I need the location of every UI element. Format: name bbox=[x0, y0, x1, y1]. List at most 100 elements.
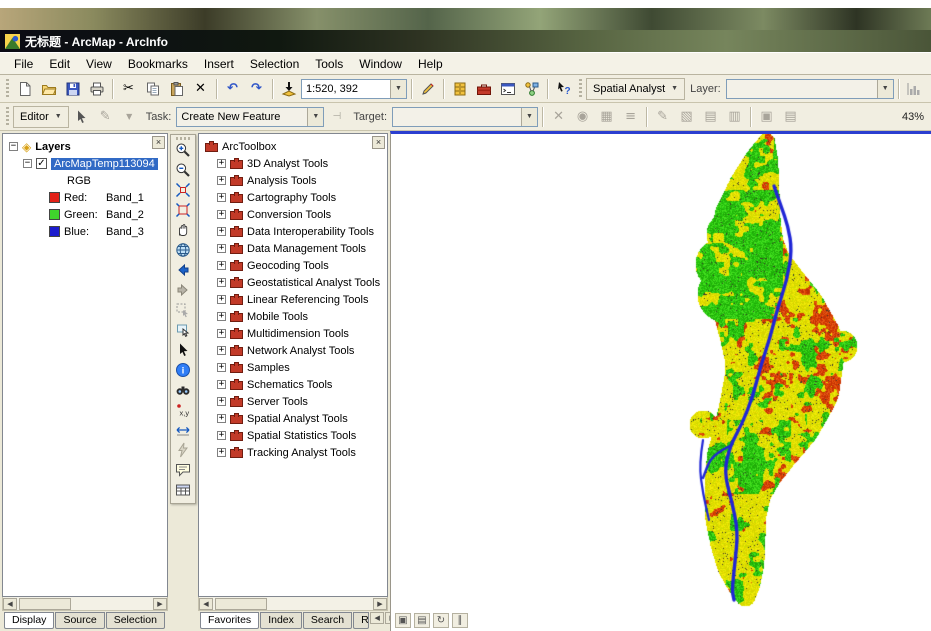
toolbox-item[interactable]: +Server Tools bbox=[199, 393, 387, 410]
toolbox-item[interactable]: +Linear Referencing Tools bbox=[199, 291, 387, 308]
toc-band-row[interactable]: Red: Band_1 bbox=[3, 189, 167, 206]
layer-combobox[interactable]: ▼ bbox=[726, 79, 894, 99]
go-to-xy-button[interactable]: x,y bbox=[173, 400, 193, 420]
identify-button[interactable]: i bbox=[173, 360, 193, 380]
toolbox-item[interactable]: +Network Analyst Tools bbox=[199, 342, 387, 359]
layout-view-button[interactable]: ▤ bbox=[414, 613, 430, 628]
go-back-extent-button[interactable] bbox=[173, 260, 193, 280]
expand-icon[interactable]: + bbox=[217, 312, 226, 321]
expand-icon[interactable]: + bbox=[217, 448, 226, 457]
cut-button[interactable]: ✂ bbox=[117, 78, 140, 100]
tab-results[interactable]: R bbox=[353, 612, 369, 629]
tab-selection[interactable]: Selection bbox=[106, 612, 165, 629]
collapse-icon[interactable]: − bbox=[23, 159, 32, 168]
expand-icon[interactable]: + bbox=[217, 346, 226, 355]
editor-toolbar-toggle-button[interactable] bbox=[416, 78, 439, 100]
chevron-down-icon[interactable]: ▼ bbox=[521, 108, 537, 126]
editor-extra-button-1[interactable]: ✎ bbox=[651, 106, 674, 128]
chevron-down-icon[interactable]: ▼ bbox=[307, 108, 323, 126]
toolbox-item[interactable]: +Spatial Statistics Tools bbox=[199, 427, 387, 444]
select-graphics-button[interactable] bbox=[173, 300, 193, 320]
editor-extra-button-3[interactable]: ▤ bbox=[699, 106, 722, 128]
expand-icon[interactable]: + bbox=[217, 431, 226, 440]
toolbox-item[interactable]: +Schematics Tools bbox=[199, 376, 387, 393]
delete-button[interactable]: ✕ bbox=[189, 78, 212, 100]
go-next-extent-button[interactable] bbox=[173, 280, 193, 300]
toolbar-grip[interactable] bbox=[579, 79, 582, 99]
zoom-out-button[interactable] bbox=[173, 160, 193, 180]
tab-source[interactable]: Source bbox=[55, 612, 104, 629]
toolbox-item[interactable]: +Analysis Tools bbox=[199, 172, 387, 189]
scroll-left-icon[interactable]: ◀ bbox=[3, 598, 17, 610]
menu-help[interactable]: Help bbox=[410, 54, 451, 74]
menu-selection[interactable]: Selection bbox=[242, 54, 307, 74]
data-view-button[interactable]: ▣ bbox=[395, 613, 411, 628]
select-features-button[interactable] bbox=[173, 320, 193, 340]
command-line-button[interactable] bbox=[496, 78, 519, 100]
full-extent-button[interactable] bbox=[173, 240, 193, 260]
edit-tool-button[interactable] bbox=[70, 106, 93, 128]
menu-window[interactable]: Window bbox=[351, 54, 410, 74]
toolbox-item[interactable]: +Tracking Analyst Tools bbox=[199, 444, 387, 461]
undo-button[interactable]: ↶ bbox=[221, 78, 244, 100]
rotate-tool-button[interactable]: ◉ bbox=[571, 106, 594, 128]
toc-band-row[interactable]: Blue: Band_3 bbox=[3, 223, 167, 240]
sketch-tool-button[interactable]: ✎ bbox=[94, 106, 117, 128]
spatial-analyst-dropdown[interactable]: Spatial Analyst ▼ bbox=[586, 78, 685, 100]
histogram-button[interactable] bbox=[903, 78, 926, 100]
pause-drawing-button[interactable]: ∥ bbox=[452, 613, 468, 628]
expand-icon[interactable]: + bbox=[217, 363, 226, 372]
scale-combobox[interactable]: 1:520, 392 ▼ bbox=[301, 79, 407, 99]
chevron-down-icon[interactable]: ▼ bbox=[390, 80, 406, 98]
menu-file[interactable]: File bbox=[6, 54, 41, 74]
toolbar-grip[interactable] bbox=[6, 107, 9, 127]
scroll-left-icon[interactable]: ◀ bbox=[199, 598, 213, 610]
layer-visibility-checkbox[interactable]: ✓ bbox=[36, 158, 47, 169]
expand-icon[interactable]: + bbox=[217, 295, 226, 304]
expand-icon[interactable]: + bbox=[217, 210, 226, 219]
task-combobox[interactable]: Create New Feature ▼ bbox=[176, 107, 324, 127]
toolbox-item[interactable]: +Multidimension Tools bbox=[199, 325, 387, 342]
hyperlink-button[interactable] bbox=[173, 440, 193, 460]
modelbuilder-button[interactable] bbox=[520, 78, 543, 100]
toolbox-item[interactable]: +Samples bbox=[199, 359, 387, 376]
tab-scroll-left-icon[interactable]: ◀ bbox=[370, 612, 384, 624]
sketch-options-button[interactable]: ▼ bbox=[118, 106, 141, 128]
arctoolbox-root-row[interactable]: ArcToolbox bbox=[199, 138, 387, 155]
select-elements-button[interactable] bbox=[173, 340, 193, 360]
html-popup-button[interactable] bbox=[173, 460, 193, 480]
toolbox-item[interactable]: +Data Interoperability Tools bbox=[199, 223, 387, 240]
toolbox-item[interactable]: +Geocoding Tools bbox=[199, 257, 387, 274]
measure-button[interactable] bbox=[173, 420, 193, 440]
expand-icon[interactable]: + bbox=[217, 176, 226, 185]
collapse-icon[interactable]: − bbox=[9, 142, 18, 151]
new-map-file-button[interactable] bbox=[13, 78, 36, 100]
pan-button[interactable] bbox=[173, 220, 193, 240]
tab-display[interactable]: Display bbox=[4, 612, 54, 629]
expand-icon[interactable]: + bbox=[217, 414, 226, 423]
toolbox-item[interactable]: +Geostatistical Analyst Tools bbox=[199, 274, 387, 291]
scroll-right-icon[interactable]: ▶ bbox=[153, 598, 167, 610]
menu-tools[interactable]: Tools bbox=[307, 54, 351, 74]
toc-composite-row[interactable]: RGB bbox=[3, 172, 167, 189]
toolbox-item[interactable]: +Spatial Analyst Tools bbox=[199, 410, 387, 427]
toolbox-item[interactable]: +Mobile Tools bbox=[199, 308, 387, 325]
fixed-zoom-in-button[interactable] bbox=[173, 180, 193, 200]
menu-edit[interactable]: Edit bbox=[41, 54, 78, 74]
toc-band-row[interactable]: Green: Band_2 bbox=[3, 206, 167, 223]
scroll-right-icon[interactable]: ▶ bbox=[373, 598, 387, 610]
toc-layer-row[interactable]: − ✓ ArcMapTemp113094 bbox=[3, 155, 167, 172]
find-button[interactable] bbox=[173, 380, 193, 400]
arccatalog-button[interactable] bbox=[448, 78, 471, 100]
expand-icon[interactable]: + bbox=[217, 261, 226, 270]
expand-icon[interactable]: + bbox=[217, 329, 226, 338]
expand-icon[interactable]: + bbox=[217, 380, 226, 389]
toolbox-horizontal-scrollbar[interactable]: ◀ ▶ bbox=[198, 597, 388, 611]
copy-button[interactable] bbox=[141, 78, 164, 100]
expand-icon[interactable]: + bbox=[217, 193, 226, 202]
attributes-button[interactable]: ▦ bbox=[595, 106, 618, 128]
expand-icon[interactable]: + bbox=[217, 159, 226, 168]
expand-icon[interactable]: + bbox=[217, 227, 226, 236]
refresh-view-button[interactable]: ↻ bbox=[433, 613, 449, 628]
toolbox-item[interactable]: +Conversion Tools bbox=[199, 206, 387, 223]
